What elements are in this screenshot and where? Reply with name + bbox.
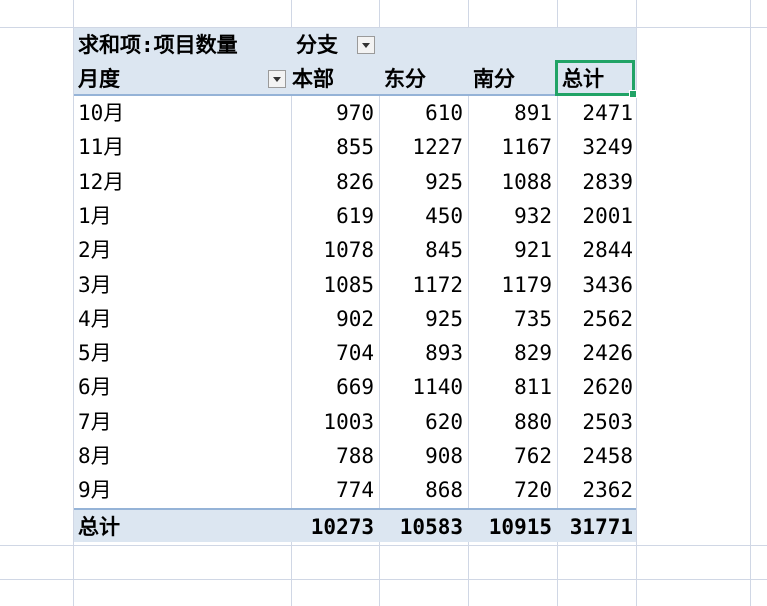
value-cell[interactable]: 2426	[558, 336, 633, 370]
pivot-value-field-label[interactable]: 求和项:项目数量	[78, 28, 238, 62]
value-cell[interactable]: 829	[469, 336, 552, 370]
value-cell[interactable]: 619	[292, 199, 374, 233]
grand-total-all[interactable]: 31771	[558, 510, 633, 544]
value-cell[interactable]: 704	[292, 336, 374, 370]
row-label-month[interactable]: 5月	[78, 336, 112, 370]
value-cell[interactable]: 908	[380, 439, 463, 473]
value-cell[interactable]: 735	[469, 302, 552, 336]
value-cell[interactable]: 1167	[469, 130, 552, 164]
value-cell[interactable]: 2471	[558, 96, 633, 130]
value-cell[interactable]: 762	[469, 439, 552, 473]
pivot-filter-row: 求和项:项目数量 分支	[74, 28, 636, 62]
value-cell[interactable]: 788	[292, 439, 374, 473]
grand-total-dongfen[interactable]: 10583	[380, 510, 463, 544]
pivot-data-row: 2月 1078 845 921 2844	[74, 233, 636, 267]
row-label-month[interactable]: 3月	[78, 268, 112, 302]
value-cell[interactable]: 1140	[380, 370, 463, 404]
pivot-data-row: 1月 619 450 932 2001	[74, 199, 636, 233]
value-cell[interactable]: 1003	[292, 405, 374, 439]
active-cell-selection	[555, 60, 637, 98]
row-label-month[interactable]: 11月	[78, 130, 124, 164]
value-cell[interactable]: 1172	[380, 268, 463, 302]
value-cell[interactable]: 2001	[558, 199, 633, 233]
value-cell[interactable]: 2562	[558, 302, 633, 336]
row-filter-dropdown-icon[interactable]	[268, 70, 286, 88]
pivot-data-row: 5月 704 893 829 2426	[74, 336, 636, 370]
pivot-grand-total-row: 总计 10273 10583 10915 31771	[74, 508, 636, 542]
pivot-data-row: 4月 902 925 735 2562	[74, 302, 636, 336]
pivot-data-row: 3月 1085 1172 1179 3436	[74, 268, 636, 302]
value-cell[interactable]: 1085	[292, 268, 374, 302]
value-cell[interactable]: 1088	[469, 165, 552, 199]
pivot-data-row: 8月 788 908 762 2458	[74, 439, 636, 473]
value-cell[interactable]: 826	[292, 165, 374, 199]
pivot-data-row: 11月 855 1227 1167 3249	[74, 130, 636, 164]
value-cell[interactable]: 893	[380, 336, 463, 370]
value-cell[interactable]: 1078	[292, 233, 374, 267]
row-label-month[interactable]: 10月	[78, 96, 124, 130]
value-cell[interactable]: 2839	[558, 165, 633, 199]
value-cell[interactable]: 880	[469, 405, 552, 439]
value-cell[interactable]: 811	[469, 370, 552, 404]
grand-total-nanfen[interactable]: 10915	[469, 510, 552, 544]
column-header-dongfen[interactable]: 东分	[384, 62, 426, 96]
pivot-data-row: 10月 970 610 891 2471	[74, 96, 636, 130]
column-header-nanfen[interactable]: 南分	[473, 62, 515, 96]
value-cell[interactable]: 2503	[558, 405, 633, 439]
value-cell[interactable]: 2620	[558, 370, 633, 404]
value-cell[interactable]: 610	[380, 96, 463, 130]
value-cell[interactable]: 891	[469, 96, 552, 130]
column-filter-dropdown-icon[interactable]	[357, 36, 375, 54]
pivot-data-row: 9月 774 868 720 2362	[74, 473, 636, 507]
value-cell[interactable]: 1179	[469, 268, 552, 302]
value-cell[interactable]: 2362	[558, 473, 633, 507]
value-cell[interactable]: 970	[292, 96, 374, 130]
grand-total-label[interactable]: 总计	[78, 510, 120, 544]
value-cell[interactable]: 3249	[558, 130, 633, 164]
value-cell[interactable]: 774	[292, 473, 374, 507]
value-cell[interactable]: 2458	[558, 439, 633, 473]
row-label-month[interactable]: 8月	[78, 439, 112, 473]
value-cell[interactable]: 925	[380, 302, 463, 336]
row-label-month[interactable]: 2月	[78, 233, 112, 267]
row-label-month[interactable]: 1月	[78, 199, 112, 233]
pivot-column-field-label[interactable]: 分支	[296, 28, 338, 62]
pivot-data-row: 6月 669 1140 811 2620	[74, 370, 636, 404]
column-header-benbu[interactable]: 本部	[292, 62, 334, 96]
value-cell[interactable]: 925	[380, 165, 463, 199]
value-cell[interactable]: 932	[469, 199, 552, 233]
value-cell[interactable]: 1227	[380, 130, 463, 164]
grand-total-benbu[interactable]: 10273	[292, 510, 374, 544]
value-cell[interactable]: 902	[292, 302, 374, 336]
value-cell[interactable]: 845	[380, 233, 463, 267]
row-label-month[interactable]: 4月	[78, 302, 112, 336]
row-label-month[interactable]: 12月	[78, 165, 124, 199]
value-cell[interactable]: 3436	[558, 268, 633, 302]
pivot-data-row: 7月 1003 620 880 2503	[74, 405, 636, 439]
pivot-row-field-label[interactable]: 月度	[78, 62, 120, 96]
value-cell[interactable]: 620	[380, 405, 463, 439]
value-cell[interactable]: 669	[292, 370, 374, 404]
row-label-month[interactable]: 7月	[78, 405, 112, 439]
value-cell[interactable]: 868	[380, 473, 463, 507]
pivot-data-row: 12月 826 925 1088 2839	[74, 165, 636, 199]
row-label-month[interactable]: 6月	[78, 370, 112, 404]
value-cell[interactable]: 2844	[558, 233, 633, 267]
value-cell[interactable]: 855	[292, 130, 374, 164]
value-cell[interactable]: 720	[469, 473, 552, 507]
value-cell[interactable]: 921	[469, 233, 552, 267]
pivot-column-header-row: 月度 本部 东分 南分 总计	[74, 62, 636, 96]
value-cell[interactable]: 450	[380, 199, 463, 233]
row-label-month[interactable]: 9月	[78, 473, 112, 507]
